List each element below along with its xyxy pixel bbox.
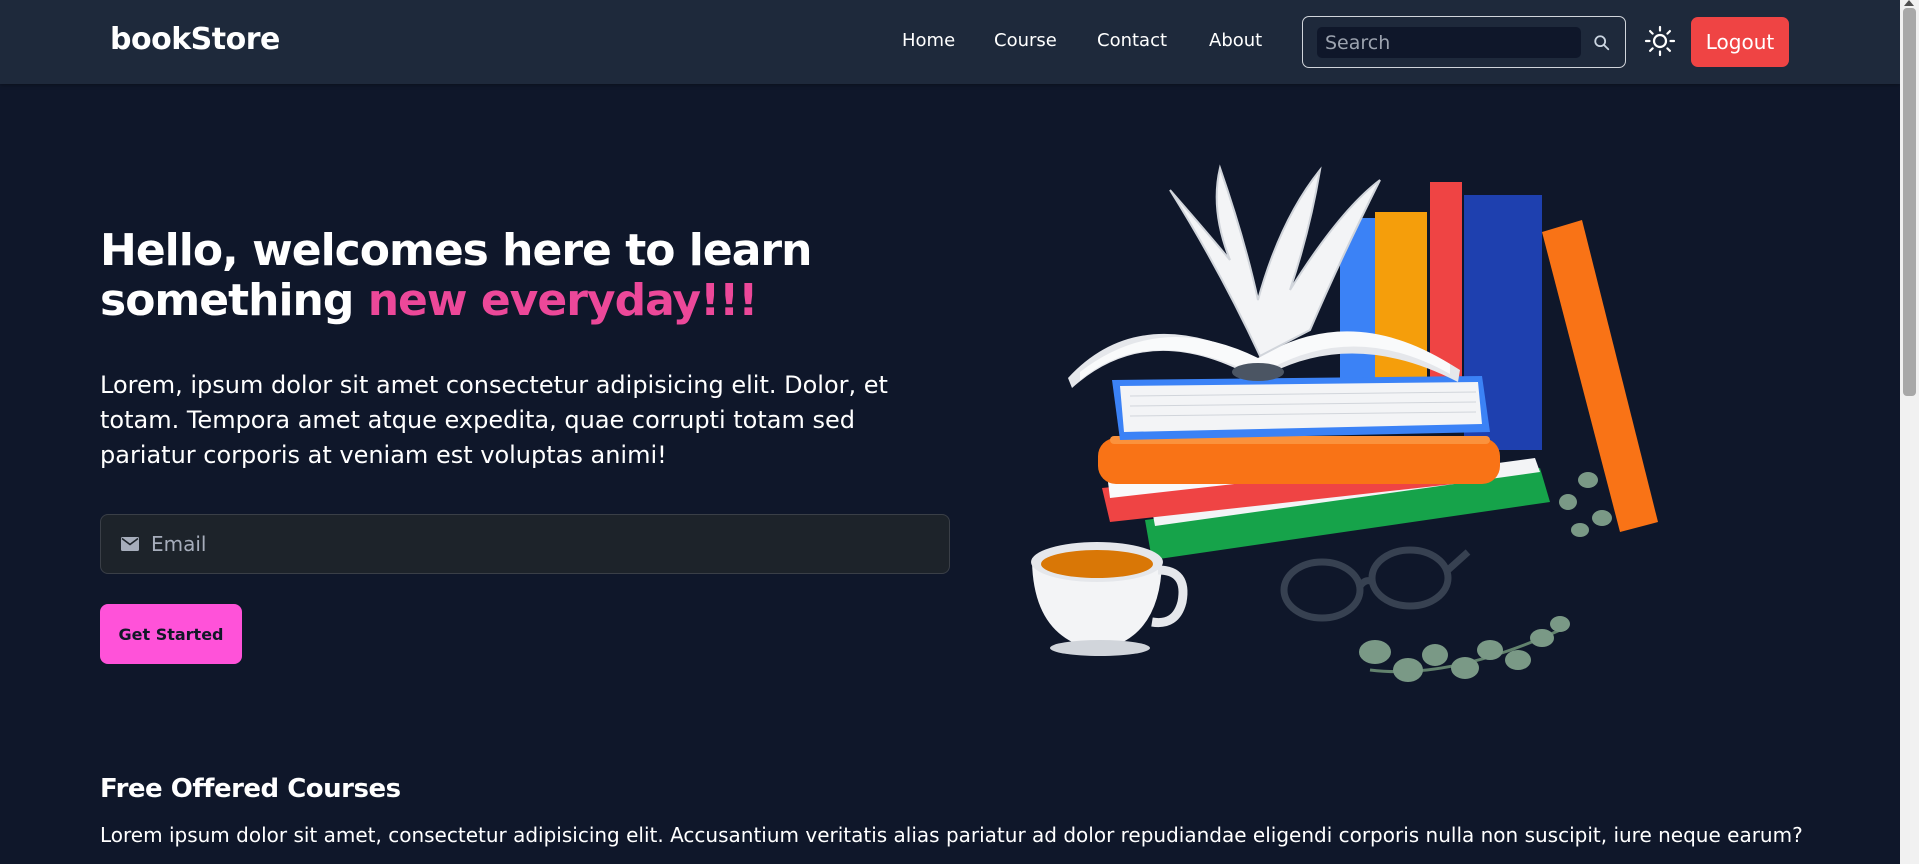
nav-link-course[interactable]: Course [994,30,1057,51]
nav-link-home[interactable]: Home [902,30,955,51]
courses-title: Free Offered Courses [100,774,401,804]
books-illustration [1031,164,1658,682]
glasses [1280,546,1471,622]
search-input[interactable] [1317,27,1581,58]
mail-icon [121,537,139,551]
book-orange [1098,438,1500,484]
nav-link-about[interactable]: About [1209,30,1262,51]
navbar: bookStore Home Course Contact About Logo… [0,0,1900,84]
courses-description: Lorem ipsum dolor sit amet, consectetur … [100,823,1803,847]
eucalyptus-sprig [1359,616,1570,682]
search-box [1302,16,1626,68]
email-field [100,514,950,574]
logout-button[interactable]: Logout [1691,17,1789,67]
brand-logo[interactable]: bookStore [110,22,280,57]
hero-description: Lorem, ipsum dolor sit amet consectetur … [100,371,888,469]
nav-link-contact[interactable]: Contact [1097,30,1167,51]
hero-title-accent: new everyday!!! [367,275,759,326]
sun-icon[interactable] [1644,25,1676,57]
scroll-up-arrow-icon[interactable] [1904,0,1914,6]
tea-cup [1031,542,1188,656]
book-leaning-orange [1542,220,1658,532]
scrollbar-thumb[interactable] [1903,8,1916,396]
hero-title: Hello, welcomes here to learn something … [100,226,920,326]
email-input[interactable] [151,529,911,559]
eucalyptus-right [1559,472,1612,537]
get-started-button[interactable]: Get Started [100,604,242,664]
search-icon[interactable] [1593,34,1611,52]
